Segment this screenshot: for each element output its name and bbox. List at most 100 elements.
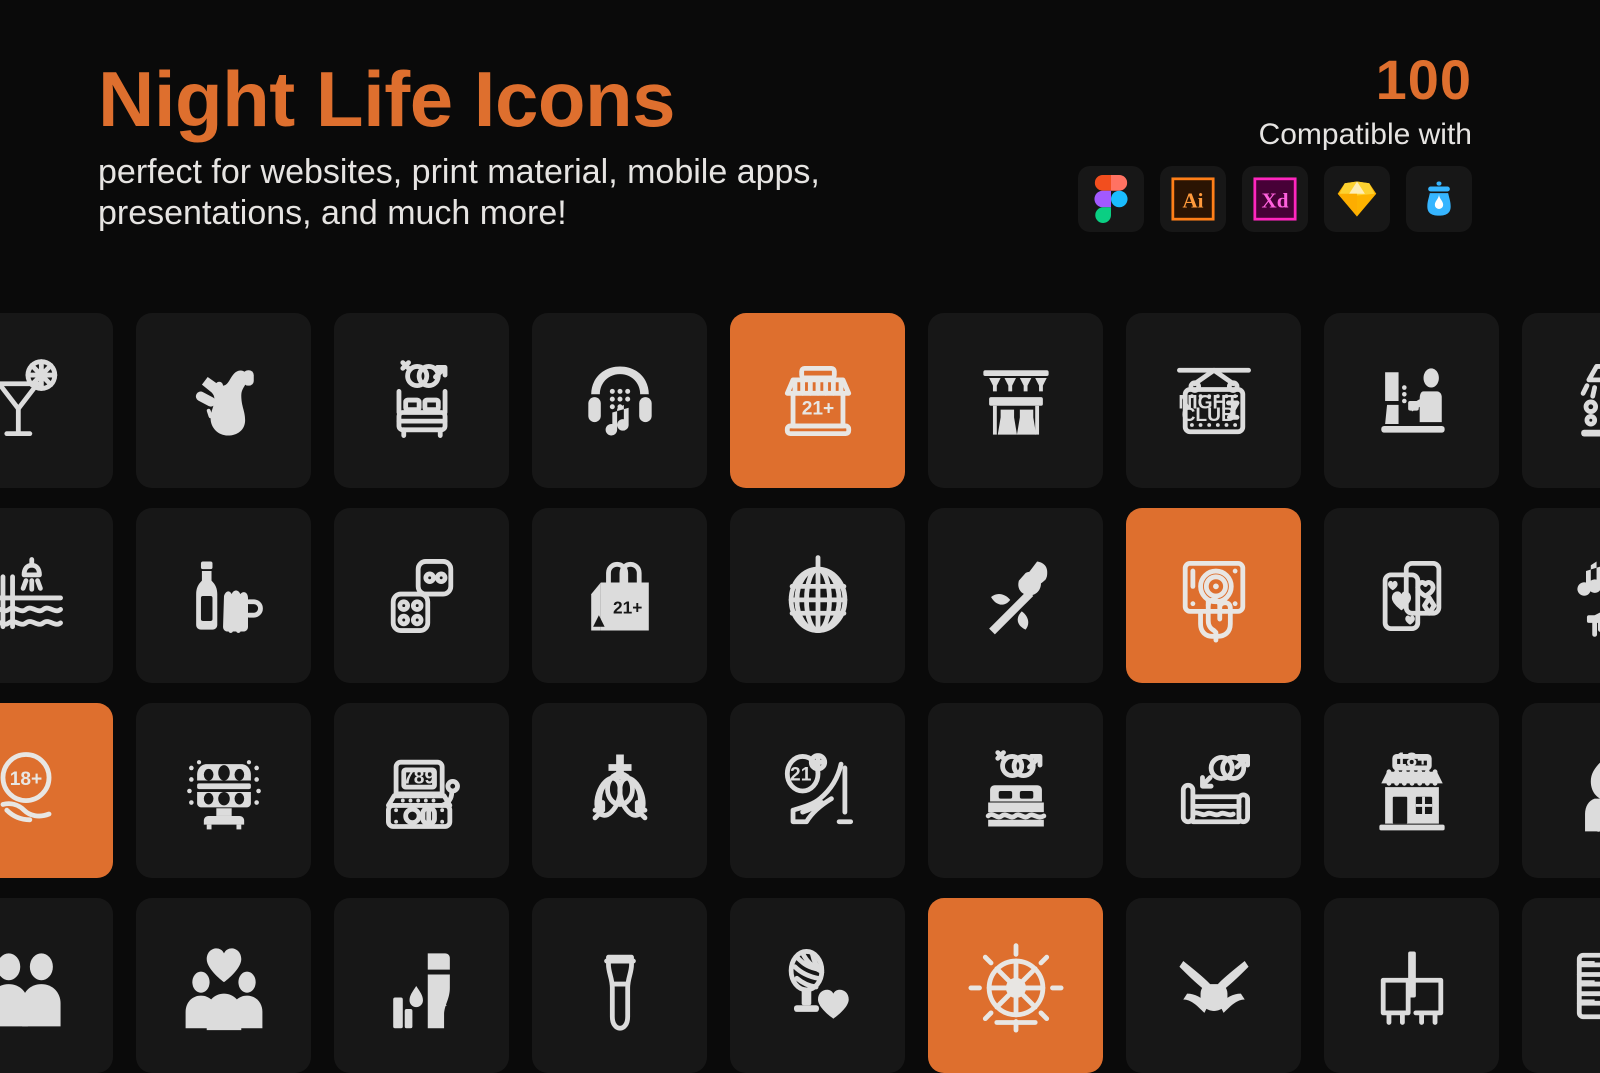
shop-21plus-icon: 21+ bbox=[770, 353, 866, 449]
icon-tile-people-heart[interactable] bbox=[0, 898, 113, 1073]
headphones-music-icon bbox=[572, 353, 668, 449]
icon-tile-pianist[interactable] bbox=[1522, 508, 1600, 683]
svg-text:Ai: Ai bbox=[1182, 188, 1203, 212]
pianist-icon bbox=[1562, 548, 1600, 644]
dice-icon bbox=[374, 548, 470, 644]
playing-cards-icon bbox=[1364, 548, 1460, 644]
icon-tile-store-18plus[interactable]: 18+ bbox=[1324, 703, 1499, 878]
icon-tile-ferris-wheel[interactable] bbox=[928, 898, 1103, 1073]
adobe-illustrator-icon: Ai bbox=[1171, 177, 1215, 221]
icon-tile-lamp-table[interactable] bbox=[1522, 313, 1600, 488]
icon-tile-badge-18plus[interactable]: 18+ bbox=[0, 703, 113, 878]
icon-tile-headphones-music[interactable] bbox=[532, 313, 707, 488]
stage-light-icon bbox=[176, 743, 272, 839]
icon-grid: 21+ NIGHT bbox=[0, 313, 1600, 1073]
disco-ball-icon bbox=[770, 548, 866, 644]
flame-hand-icon bbox=[1562, 743, 1600, 839]
icon-tile-group-love[interactable] bbox=[136, 898, 311, 1073]
icon-tile-slot-machine[interactable]: 789 bbox=[334, 703, 509, 878]
adobe-xd-app-tile[interactable]: Xd bbox=[1242, 166, 1308, 232]
icon-tile-flame-hand[interactable] bbox=[1522, 703, 1600, 878]
header: Night Life Icons perfect for websites, p… bbox=[0, 0, 1600, 300]
hero-block: Night Life Icons perfect for websites, p… bbox=[98, 60, 958, 235]
compatibility-block: 100 Compatible with Ai bbox=[1078, 52, 1472, 232]
compatibility-label: Compatible with bbox=[1078, 120, 1472, 150]
bed-gender-icon bbox=[374, 353, 470, 449]
figma-icon bbox=[1094, 175, 1128, 223]
pool-shower-icon bbox=[0, 548, 74, 644]
icon-tile-bowtie[interactable] bbox=[1126, 898, 1301, 1073]
lunacy-icon bbox=[1419, 179, 1459, 219]
icon-tile-cocktail[interactable] bbox=[0, 313, 113, 488]
icon-tile-beer-bottle-mug[interactable] bbox=[136, 508, 311, 683]
icon-tile-disco-ball[interactable] bbox=[730, 508, 905, 683]
icon-tile-dj-turntable[interactable] bbox=[1126, 508, 1301, 683]
icon-count: 100 bbox=[1078, 52, 1472, 108]
condom-icon bbox=[572, 938, 668, 1034]
slot-machine-icon: 789 bbox=[374, 743, 470, 839]
icon-tile-saxophone[interactable] bbox=[136, 313, 311, 488]
badge-18plus-icon: 18+ bbox=[0, 743, 74, 839]
icon-tile-pool-shower[interactable] bbox=[0, 508, 113, 683]
bed-couple-icon bbox=[968, 743, 1064, 839]
compatible-apps-list: Ai Xd bbox=[1078, 166, 1472, 232]
dj-turntable-icon bbox=[1166, 548, 1262, 644]
candle-drink-icon bbox=[374, 938, 470, 1034]
icon-tile-bed-couple[interactable] bbox=[928, 703, 1103, 878]
microphone-heart-icon bbox=[770, 938, 866, 1034]
people-heart-icon bbox=[0, 938, 74, 1034]
icon-tile-high-heel-21[interactable]: 21 bbox=[730, 703, 905, 878]
ferris-wheel-icon bbox=[968, 938, 1064, 1034]
svg-text:789: 789 bbox=[403, 767, 435, 788]
bar-counter-icon bbox=[968, 353, 1064, 449]
night-club-sign-icon: NIGHT CLUB bbox=[1166, 353, 1262, 449]
icon-tile-candle-drink[interactable] bbox=[334, 898, 509, 1073]
gender-symbols-icon bbox=[572, 743, 668, 839]
lunacy-app-tile[interactable] bbox=[1406, 166, 1472, 232]
svg-text:18+: 18+ bbox=[9, 769, 42, 790]
group-love-icon bbox=[176, 938, 272, 1034]
sketch-app-tile[interactable] bbox=[1324, 166, 1390, 232]
icon-tile-night-club-sign[interactable]: NIGHT CLUB bbox=[1126, 313, 1301, 488]
page-subtitle: perfect for websites, print material, mo… bbox=[98, 152, 898, 235]
saxophone-icon bbox=[176, 353, 272, 449]
bartender-icon bbox=[1364, 353, 1460, 449]
adobe-illustrator-app-tile[interactable]: Ai bbox=[1160, 166, 1226, 232]
high-heel-21-icon: 21 bbox=[770, 743, 866, 839]
lamp-table-icon bbox=[1562, 353, 1600, 449]
icon-tile-keyboard-piano[interactable] bbox=[1522, 898, 1600, 1073]
svg-text:21+: 21+ bbox=[613, 597, 642, 617]
icon-tile-playing-cards[interactable] bbox=[1324, 508, 1499, 683]
bed-side-icon bbox=[1166, 743, 1262, 839]
rose-icon bbox=[968, 548, 1064, 644]
icon-tile-bed-gender[interactable] bbox=[334, 313, 509, 488]
adobe-xd-icon: Xd bbox=[1253, 177, 1297, 221]
icon-tile-dice[interactable] bbox=[334, 508, 509, 683]
icon-tile-bar-stool[interactable] bbox=[1324, 898, 1499, 1073]
svg-text:21+: 21+ bbox=[801, 398, 834, 419]
icon-tile-bed-side[interactable] bbox=[1126, 703, 1301, 878]
figma-app-tile[interactable] bbox=[1078, 166, 1144, 232]
icon-tile-rose[interactable] bbox=[928, 508, 1103, 683]
page-title: Night Life Icons bbox=[98, 60, 958, 138]
svg-text:Xd: Xd bbox=[1262, 188, 1289, 212]
keyboard-piano-icon bbox=[1562, 938, 1600, 1034]
bar-stool-icon bbox=[1364, 938, 1460, 1034]
icon-tile-bar-counter[interactable] bbox=[928, 313, 1103, 488]
beer-bottle-mug-icon bbox=[176, 548, 272, 644]
icon-tile-stage-light[interactable] bbox=[136, 703, 311, 878]
svg-text:21: 21 bbox=[790, 764, 812, 785]
store-18plus-icon: 18+ bbox=[1364, 743, 1460, 839]
icon-tile-microphone-heart[interactable] bbox=[730, 898, 905, 1073]
icon-tile-shop-21plus[interactable]: 21+ bbox=[730, 313, 905, 488]
icon-tile-gender-symbols[interactable] bbox=[532, 703, 707, 878]
cocktail-icon bbox=[0, 353, 74, 449]
shopping-bag-21plus-icon: 21+ bbox=[572, 548, 668, 644]
bowtie-icon bbox=[1166, 938, 1262, 1034]
icon-tile-bartender[interactable] bbox=[1324, 313, 1499, 488]
icon-tile-shopping-bag-21plus[interactable]: 21+ bbox=[532, 508, 707, 683]
sketch-icon bbox=[1336, 179, 1378, 219]
svg-text:18+: 18+ bbox=[1395, 750, 1428, 771]
icon-tile-condom[interactable] bbox=[532, 898, 707, 1073]
svg-text:CLUB: CLUB bbox=[1181, 405, 1234, 426]
